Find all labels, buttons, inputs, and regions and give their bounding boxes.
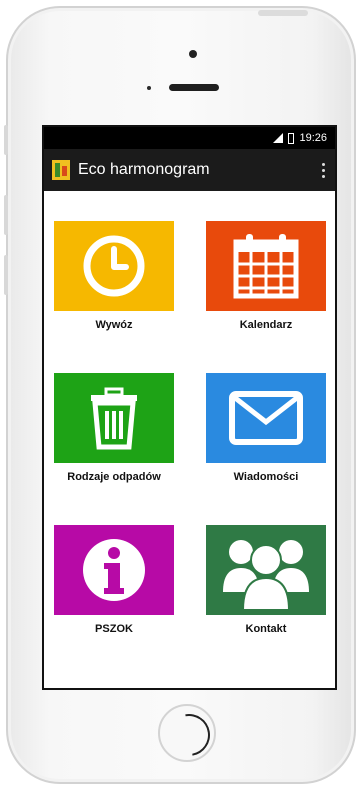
tile-label: Kalendarz	[239, 319, 293, 331]
tile-label: Wywóz	[95, 319, 133, 331]
power-button	[258, 10, 308, 16]
app-screen: 19:26 Eco harmonogram Wywóz Kalendarz Ro…	[42, 125, 337, 690]
overflow-menu-icon[interactable]	[311, 162, 335, 178]
signal-icon	[273, 133, 284, 143]
tile-label: PSZOK	[95, 623, 133, 635]
volume-up-button	[4, 195, 8, 235]
earpiece-speaker	[169, 84, 219, 91]
info-icon	[83, 539, 145, 601]
tile-rodzaje-odpadow-box[interactable]	[54, 373, 174, 463]
tile-kalendarz-box[interactable]	[206, 221, 326, 311]
calendar-icon	[233, 234, 299, 299]
tile-kontakt[interactable]: Kontakt	[206, 525, 326, 635]
tile-pszok-box[interactable]	[54, 525, 174, 615]
people-icon	[223, 540, 309, 610]
app-title: Eco harmonogram	[78, 161, 210, 178]
tile-wiadomosci[interactable]: Wiadomości	[206, 373, 326, 483]
mail-icon	[229, 391, 303, 445]
trash-icon	[91, 387, 137, 450]
tile-rodzaje-odpadow[interactable]: Rodzaje odpadów	[54, 373, 174, 483]
tile-wiadomosci-box[interactable]	[206, 373, 326, 463]
mute-switch	[4, 125, 8, 155]
tile-pszok[interactable]: PSZOK	[54, 525, 174, 635]
tile-label: Wiadomości	[233, 471, 299, 483]
tile-kontakt-box[interactable]	[206, 525, 326, 615]
clock-icon	[83, 235, 145, 297]
status-time: 19:26	[299, 132, 327, 144]
home-button[interactable]	[158, 704, 216, 762]
battery-icon	[288, 132, 295, 144]
front-camera	[189, 50, 197, 58]
app-logo-icon	[52, 160, 70, 180]
tile-wywoz-box[interactable]	[54, 221, 174, 311]
tile-kalendarz[interactable]: Kalendarz	[206, 221, 326, 331]
volume-down-button	[4, 255, 8, 295]
proximity-sensor	[147, 86, 151, 90]
tile-wywoz[interactable]: Wywóz	[54, 221, 174, 331]
tile-label: Kontakt	[245, 623, 287, 635]
tile-label: Rodzaje odpadów	[67, 471, 161, 483]
app-bar: Eco harmonogram	[44, 149, 335, 191]
status-bar: 19:26	[44, 127, 335, 149]
